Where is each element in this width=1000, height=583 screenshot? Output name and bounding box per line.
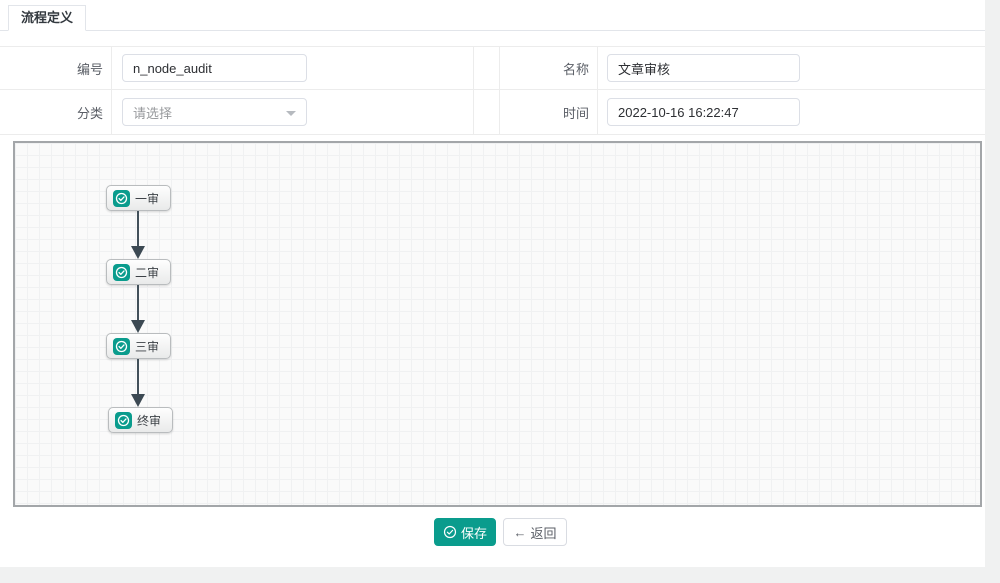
flow-node-third-review[interactable]: 三审: [106, 333, 171, 359]
flow-edge-line: [137, 359, 139, 395]
node-label: 三审: [135, 338, 159, 355]
back-button-label: 返回: [530, 523, 556, 542]
arrowhead-icon: [131, 246, 145, 259]
save-button[interactable]: 保存: [434, 518, 496, 546]
check-circle-icon: [115, 412, 132, 429]
back-button[interactable]: ← 返回: [503, 518, 567, 546]
flow-canvas[interactable]: 一审 二审: [13, 141, 982, 507]
form-spacer: [474, 47, 500, 90]
arrowhead-icon: [131, 320, 145, 333]
number-input[interactable]: [122, 54, 307, 82]
flow-edge-line: [137, 211, 139, 247]
time-label: 时间: [500, 90, 598, 134]
check-circle-icon: [113, 338, 130, 355]
check-circle-icon: [113, 264, 130, 281]
flow-node-second-review[interactable]: 二审: [106, 259, 171, 285]
name-input[interactable]: [607, 54, 800, 82]
number-label: 编号: [0, 47, 112, 90]
node-label: 终审: [137, 412, 161, 429]
content-card: 流程定义 编号 名称 分类 请选择 时间: [0, 0, 985, 567]
process-form: 编号 名称 分类 请选择 时间: [0, 46, 985, 135]
form-spacer: [474, 90, 500, 134]
page-footer-strip: [0, 567, 1000, 583]
check-circle-icon: [113, 190, 130, 207]
category-select[interactable]: 请选择: [122, 98, 307, 126]
flow-edge-line: [137, 285, 139, 321]
shield-check-icon: [443, 525, 457, 539]
category-label: 分类: [0, 90, 112, 134]
node-label: 一审: [135, 190, 159, 207]
arrowhead-icon: [131, 394, 145, 407]
tab-process-definition[interactable]: 流程定义: [8, 5, 86, 31]
tab-bar: 流程定义: [0, 0, 985, 31]
arrow-left-icon: ←: [513, 525, 526, 540]
name-label: 名称: [500, 47, 598, 90]
flow-node-first-review[interactable]: 一审: [106, 185, 171, 211]
chevron-down-icon: [286, 111, 296, 116]
page: 流程定义 编号 名称 分类 请选择 时间: [0, 0, 1000, 583]
flow-node-final-review[interactable]: 终审: [108, 407, 173, 433]
tab-label: 流程定义: [21, 10, 73, 25]
node-label: 二审: [135, 264, 159, 281]
save-button-label: 保存: [461, 523, 487, 542]
time-input[interactable]: [607, 98, 800, 126]
category-select-placeholder: 请选择: [133, 103, 172, 122]
